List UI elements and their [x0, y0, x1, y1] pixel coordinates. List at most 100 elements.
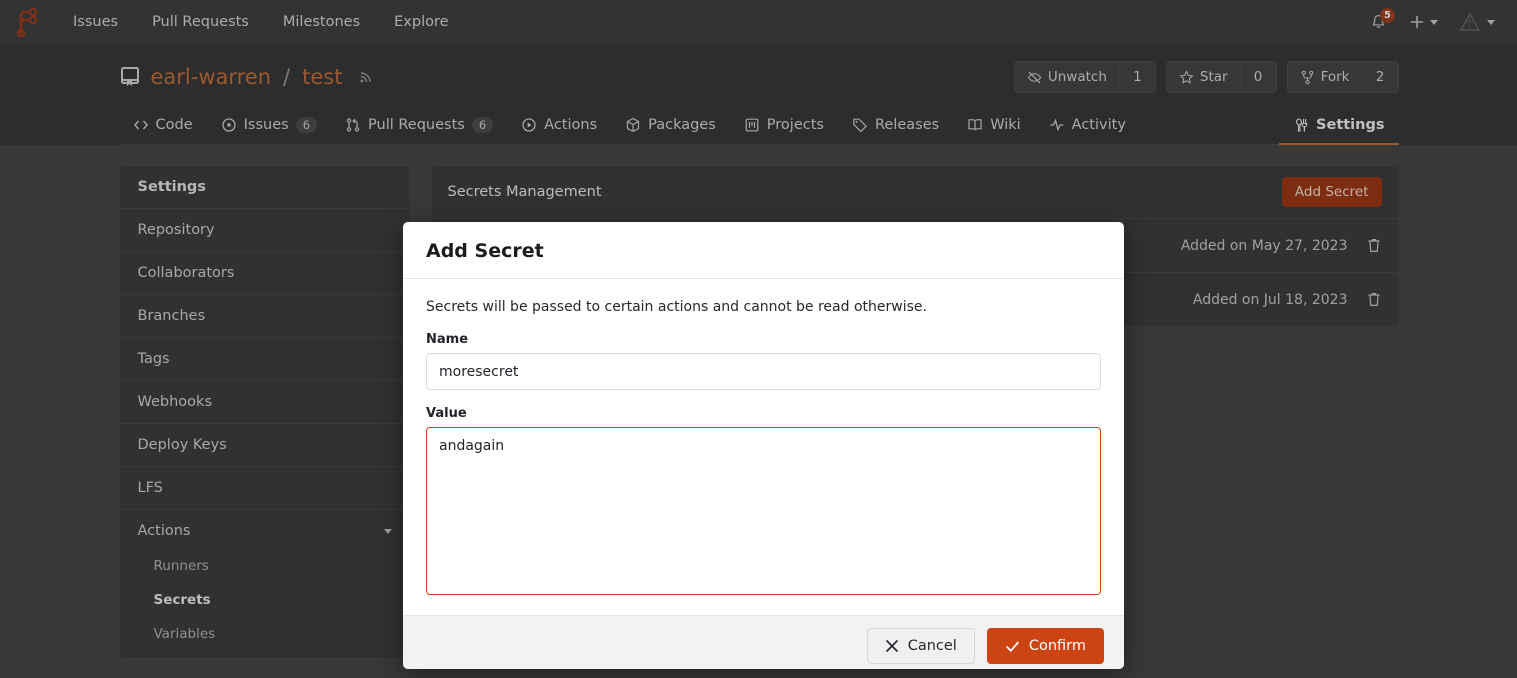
- star-button[interactable]: Star: [1166, 61, 1241, 93]
- fork-button[interactable]: Fork: [1287, 61, 1363, 93]
- sidebar-subitem-variables[interactable]: Variables: [120, 617, 410, 658]
- value-label: Value: [426, 406, 1101, 421]
- fork-label: Fork: [1321, 69, 1350, 85]
- unwatch-button[interactable]: Unwatch: [1014, 61, 1120, 93]
- tools-icon: [1293, 117, 1309, 133]
- sidebar-item-webhooks[interactable]: Webhooks: [120, 381, 410, 424]
- sidebar-item-label: Deploy Keys: [138, 437, 392, 453]
- sidebar-subitem-label: Variables: [154, 626, 216, 642]
- sidebar-item-label: Branches: [138, 308, 392, 324]
- confirm-button-label: Confirm: [1029, 638, 1086, 654]
- topnav-item-explore[interactable]: Explore: [377, 8, 465, 36]
- tab-settings[interactable]: Settings: [1279, 107, 1398, 145]
- chevron-down-icon: [1430, 20, 1438, 25]
- notifications-button[interactable]: 5: [1360, 10, 1397, 35]
- name-label: Name: [426, 332, 1101, 347]
- sidebar-item-actions[interactable]: Actions: [120, 510, 410, 549]
- repo-header: earl-warren / test Unwatch: [0, 45, 1517, 145]
- sidebar-item-collaborators[interactable]: Collaborators: [120, 252, 410, 295]
- play-circle-icon: [521, 117, 537, 133]
- sidebar-item-label: LFS: [138, 480, 392, 496]
- sidebar-subitem-label: Secrets: [154, 592, 211, 608]
- cancel-button-label: Cancel: [908, 638, 957, 654]
- add-secret-button[interactable]: Add Secret: [1282, 177, 1382, 207]
- check-icon: [1005, 639, 1020, 654]
- star-icon: [1179, 70, 1194, 85]
- project-icon: [744, 117, 760, 133]
- sidebar-item-repository[interactable]: Repository: [120, 209, 410, 252]
- tab-issues-label: Issues: [244, 117, 289, 133]
- value-field-block: Value andagain: [426, 406, 1101, 599]
- modal-footer: Cancel Confirm: [403, 615, 1124, 669]
- sidebar-item-tags[interactable]: Tags: [120, 338, 410, 381]
- tab-releases-label: Releases: [875, 117, 939, 133]
- issue-opened-icon: [221, 117, 237, 133]
- secret-value-textarea[interactable]: andagain: [426, 427, 1101, 595]
- tab-code-label: Code: [156, 117, 193, 133]
- fork-icon: [1300, 70, 1315, 85]
- topnav-item-milestones[interactable]: Milestones: [266, 8, 377, 36]
- topnav-item-issues[interactable]: Issues: [56, 8, 135, 36]
- tab-actions-label: Actions: [544, 117, 597, 133]
- modal-body: Secrets will be passed to certain action…: [403, 279, 1124, 615]
- star-button-group: Star 0: [1166, 61, 1277, 93]
- tab-projects[interactable]: Projects: [730, 107, 838, 145]
- tag-icon: [852, 117, 868, 133]
- pulse-icon: [1049, 117, 1065, 133]
- confirm-button[interactable]: Confirm: [987, 628, 1104, 664]
- tab-code[interactable]: Code: [119, 107, 207, 145]
- secret-added-date: Added on Jul 18, 2023: [1193, 292, 1348, 308]
- modal-description: Secrets will be passed to certain action…: [426, 299, 1101, 315]
- fork-button-group: Fork 2: [1287, 61, 1399, 93]
- chevron-down-icon: [384, 529, 392, 534]
- tab-actions[interactable]: Actions: [507, 107, 611, 145]
- tab-activity-label: Activity: [1072, 117, 1126, 133]
- forgejo-logo-icon[interactable]: [10, 5, 44, 39]
- topnav-links: Issues Pull Requests Milestones Explore: [56, 8, 466, 36]
- sidebar-item-lfs[interactable]: LFS: [120, 467, 410, 510]
- watch-button-group: Unwatch 1: [1014, 61, 1156, 93]
- repo-tabs-spacer: [1140, 107, 1279, 144]
- tab-issues[interactable]: Issues 6: [207, 107, 331, 145]
- repo-separator: /: [283, 65, 290, 89]
- trash-icon[interactable]: [1366, 237, 1382, 254]
- tab-issues-count: 6: [296, 117, 317, 133]
- sidebar-subitem-runners[interactable]: Runners: [120, 549, 410, 583]
- sidebar-item-label: Collaborators: [138, 265, 392, 281]
- plus-icon: [1409, 14, 1425, 30]
- tab-pull-requests-label: Pull Requests: [368, 117, 465, 133]
- sidebar-item-branches[interactable]: Branches: [120, 295, 410, 338]
- tab-packages[interactable]: Packages: [611, 107, 730, 145]
- cancel-button[interactable]: Cancel: [867, 628, 975, 664]
- sidebar-subitem-label: Runners: [154, 558, 209, 574]
- tab-releases[interactable]: Releases: [838, 107, 953, 145]
- notification-count-badge: 5: [1380, 8, 1395, 23]
- topnav-item-pull-requests[interactable]: Pull Requests: [135, 8, 266, 36]
- tab-wiki-label: Wiki: [990, 117, 1020, 133]
- watch-count[interactable]: 1: [1120, 61, 1156, 93]
- page-title: Secrets Management: [448, 184, 1282, 200]
- rss-icon[interactable]: [358, 69, 374, 85]
- fork-count[interactable]: 2: [1363, 61, 1399, 93]
- repo-tabs: Code Issues 6 Pull Requests 6 Actions Pa…: [119, 107, 1399, 145]
- repo-name-link[interactable]: test: [302, 65, 342, 89]
- chevron-down-icon: [1487, 20, 1495, 25]
- create-new-button[interactable]: [1401, 10, 1446, 34]
- git-pull-request-icon: [345, 117, 361, 133]
- secret-name-input[interactable]: [426, 353, 1101, 390]
- name-field-block: Name: [426, 332, 1101, 390]
- tab-pull-requests[interactable]: Pull Requests 6: [331, 107, 507, 145]
- tab-wiki[interactable]: Wiki: [953, 107, 1034, 145]
- eye-slash-icon: [1027, 70, 1042, 85]
- repo-title: earl-warren / test: [119, 65, 375, 89]
- trash-icon[interactable]: [1366, 291, 1382, 308]
- sidebar-item-deploy-keys[interactable]: Deploy Keys: [120, 424, 410, 467]
- tab-activity[interactable]: Activity: [1035, 107, 1140, 145]
- star-count[interactable]: 0: [1241, 61, 1277, 93]
- package-icon: [625, 117, 641, 133]
- avatar-menu-button[interactable]: [1450, 6, 1503, 38]
- repo-owner-link[interactable]: earl-warren: [151, 65, 272, 89]
- sidebar-item-label: Repository: [138, 222, 392, 238]
- sidebar-subitem-secrets[interactable]: Secrets: [120, 583, 410, 617]
- modal-header: Add Secret: [403, 222, 1124, 279]
